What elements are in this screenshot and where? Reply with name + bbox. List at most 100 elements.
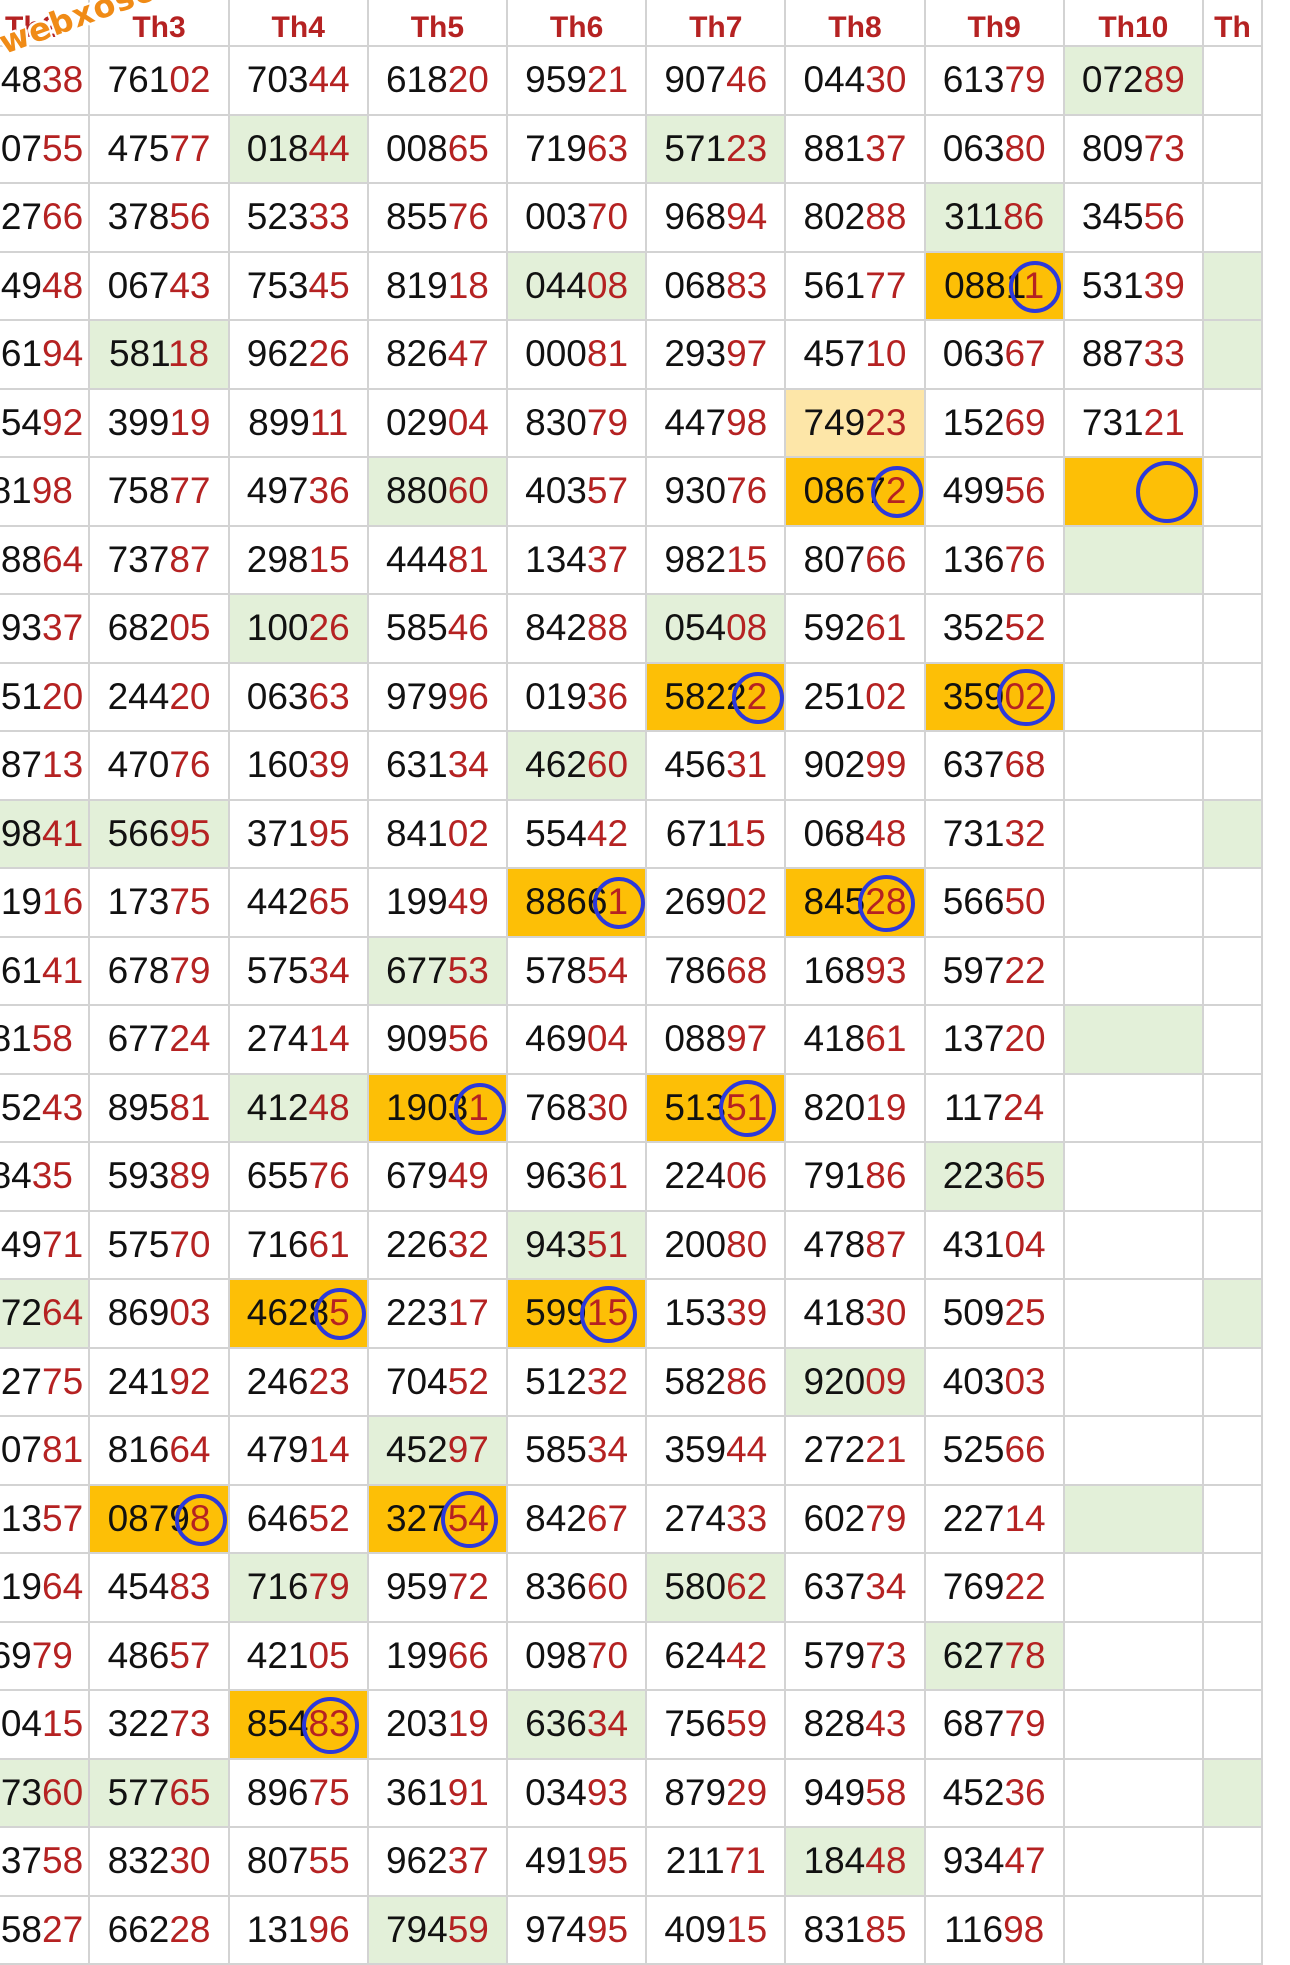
number-head: 963	[525, 1155, 587, 1197]
number-head: 327	[0, 1360, 42, 1402]
result-cell: 65576	[227, 1141, 369, 1212]
number-tail: 34	[586, 1429, 629, 1471]
number-tail: 70	[586, 1634, 629, 1676]
result-cell	[1201, 730, 1264, 801]
number-tail: 87	[865, 1223, 907, 1265]
number-tail: 81	[169, 1086, 211, 1128]
result-cell: 15269	[923, 387, 1065, 458]
table-row: 2933768205100265854684288054085926135252	[0, 593, 1264, 664]
number-head: 513	[664, 1086, 727, 1128]
result-cell	[1201, 1552, 1264, 1623]
result-cell: 93447	[923, 1826, 1065, 1897]
number-tail: 77	[169, 470, 211, 512]
result-cell: 44481	[366, 524, 509, 595]
number-tail: 49	[447, 881, 489, 923]
result-cell	[1062, 1826, 1204, 1897]
result-cell: 57973	[784, 1620, 926, 1691]
number-head: 019	[525, 675, 587, 717]
number-head: 599	[525, 1292, 587, 1334]
result-cell: 56695	[88, 798, 230, 869]
result-cell	[1062, 798, 1204, 869]
number-tail: 48	[42, 264, 84, 306]
number-tail: 1	[607, 881, 629, 923]
number-tail: 46	[726, 59, 768, 101]
result-cell	[1201, 182, 1264, 253]
number-head: 399	[107, 401, 170, 443]
header-row: Th2 Th3 Th4 Th5 Th6 Th7 Th8 Th9 Th10 Th	[0, 0, 1264, 47]
result-cell	[1062, 593, 1204, 664]
number-head: 618	[385, 59, 448, 101]
number-head: 974	[525, 1908, 587, 1950]
number-head: 561	[803, 264, 866, 306]
result-cell: 47914	[227, 1415, 369, 1486]
result-cell: 19966	[366, 1620, 509, 1691]
number-head: 677	[107, 1018, 170, 1060]
number-head: 571	[664, 127, 727, 169]
result-cell	[1201, 1620, 1264, 1691]
number-tail: 81	[586, 333, 629, 375]
number-head: 673	[0, 1771, 42, 1813]
number-head: 879	[664, 1771, 727, 1813]
number-tail: 89	[1143, 59, 1185, 101]
number-head: 184	[803, 1840, 866, 1882]
number-head: 378	[107, 196, 170, 238]
result-cell: 11698	[923, 1894, 1065, 1965]
number-head: 475	[107, 127, 170, 169]
result-cell	[1062, 1209, 1204, 1280]
number-head: 372	[0, 1292, 42, 1334]
table-row: 9871347076160396313446260456319029963768	[0, 730, 1264, 801]
table-row: 819875877497368806040357930760867249956	[0, 456, 1264, 527]
result-cell: 47577	[88, 113, 230, 184]
result-cell: 40915	[645, 1894, 787, 1965]
result-cell: 45483	[88, 1552, 230, 1623]
number-tail: 37	[447, 1840, 489, 1882]
result-cell: 32273	[88, 1689, 230, 1760]
number-tail: 63	[586, 127, 629, 169]
result-cell: 80288	[784, 182, 926, 253]
number-head: 068	[664, 264, 727, 306]
result-cell: 56141	[0, 935, 91, 1006]
number-tail: 79	[308, 1566, 350, 1608]
number-tail: 46	[447, 607, 489, 649]
number-head: 869	[107, 1292, 170, 1334]
number-head: 158	[0, 1908, 42, 1950]
number-head: 836	[525, 1566, 587, 1608]
result-cell: 22714	[923, 1483, 1065, 1554]
number-head: 830	[525, 401, 587, 443]
result-cell	[1062, 1415, 1204, 1486]
result-cell	[1201, 1415, 1264, 1486]
number-tail: 80	[726, 1223, 768, 1265]
result-cell: 47887	[784, 1209, 926, 1280]
number-tail: 43	[865, 1703, 907, 1745]
result-cell	[1201, 1689, 1264, 1760]
number-tail: 29	[726, 1771, 768, 1813]
number-head: 452	[385, 1429, 448, 1471]
number-tail: 26	[308, 607, 350, 649]
number-tail: 81	[42, 1429, 84, 1471]
result-cell: 94351	[505, 1209, 648, 1280]
number-tail: 81	[447, 538, 489, 580]
number-head: 907	[664, 59, 727, 101]
number-head: 613	[942, 59, 1005, 101]
number-tail: 65	[447, 127, 489, 169]
result-cell: 35252	[923, 593, 1065, 664]
number-tail: 34	[308, 949, 350, 991]
number-head: 831	[803, 1908, 866, 1950]
number-tail: 52	[447, 1360, 489, 1402]
result-cell: 08672	[784, 456, 926, 527]
number-head: 646	[246, 1497, 309, 1539]
number-tail: 05	[308, 1634, 350, 1676]
number-head: 034	[525, 1771, 587, 1813]
number-tail: 65	[308, 881, 350, 923]
number-tail: 60	[586, 1566, 629, 1608]
result-cell: 24192	[88, 1346, 230, 1417]
result-cell	[1062, 524, 1204, 595]
number-tail: 08	[726, 607, 768, 649]
number-head: 403	[525, 470, 587, 512]
result-cell: 93758	[0, 1826, 91, 1897]
number-head: 880	[385, 470, 448, 512]
number-tail: 24	[1003, 1086, 1045, 1128]
result-cell: 17375	[88, 867, 230, 938]
number-tail: 42	[726, 1634, 768, 1676]
result-cell	[1201, 1826, 1264, 1897]
